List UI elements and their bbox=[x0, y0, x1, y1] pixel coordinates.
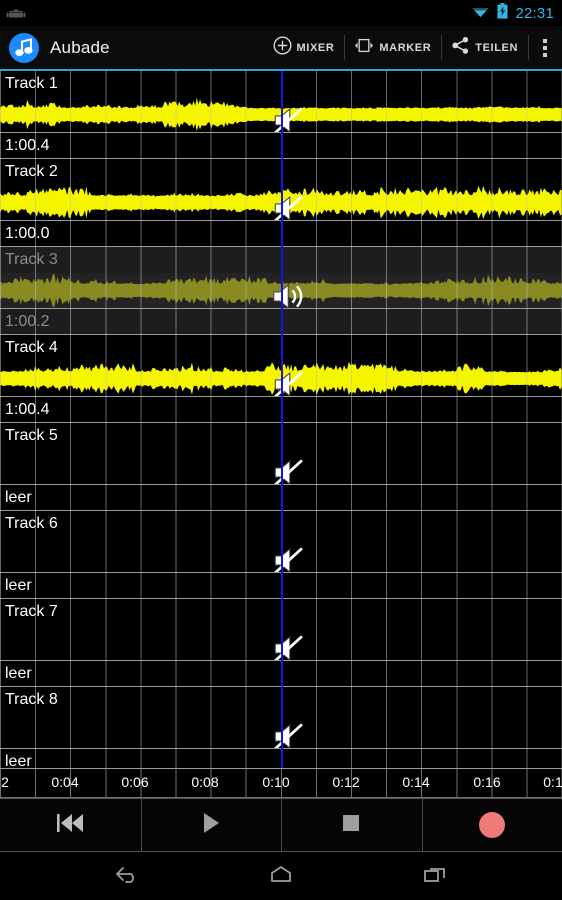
plus-circle-icon bbox=[273, 35, 292, 60]
status-bar: 22:31 bbox=[0, 0, 562, 26]
share-button[interactable]: TEILEN bbox=[441, 26, 528, 69]
speaker-muted-icon[interactable] bbox=[8, 631, 562, 660]
marker-button-label: MARKER bbox=[379, 41, 432, 54]
page-title: Aubade bbox=[50, 37, 110, 57]
speaker-muted-icon[interactable] bbox=[8, 191, 562, 220]
nav-recents-button[interactable] bbox=[415, 856, 455, 896]
play-icon bbox=[200, 810, 222, 841]
ruler-tick-label: 0:10 bbox=[262, 774, 290, 790]
share-button-label: TEILEN bbox=[475, 41, 518, 54]
rewind-button[interactable] bbox=[0, 799, 141, 851]
ruler-tick-label: 0:08 bbox=[191, 774, 219, 790]
share-icon bbox=[451, 36, 470, 60]
ruler-tick-label: 0:16 bbox=[473, 774, 501, 790]
overflow-dot bbox=[543, 52, 547, 57]
skip-previous-icon bbox=[53, 810, 87, 841]
android-robot-icon bbox=[6, 7, 26, 20]
ruler-tick-label: 0:1 bbox=[543, 774, 562, 790]
record-icon bbox=[478, 812, 505, 838]
system-nav-bar bbox=[0, 852, 562, 900]
speaker-muted-icon[interactable] bbox=[8, 367, 562, 396]
back-icon bbox=[113, 863, 141, 890]
speaker-muted-icon[interactable] bbox=[8, 719, 562, 748]
speaker-muted-icon[interactable] bbox=[8, 103, 562, 132]
status-bar-system: 22:31 bbox=[471, 2, 554, 24]
ruler-tick-label: 0:14 bbox=[402, 774, 430, 790]
mixer-button-label: MIXER bbox=[296, 41, 335, 54]
recents-icon bbox=[421, 863, 449, 890]
ruler-tick-label: 0:12 bbox=[332, 774, 360, 790]
nav-back-button[interactable] bbox=[107, 856, 147, 896]
overflow-menu-icon[interactable] bbox=[528, 26, 562, 69]
ruler-tick-label: 0:06 bbox=[121, 774, 149, 790]
status-bar-notifications bbox=[6, 7, 471, 20]
mixer-button[interactable]: MIXER bbox=[263, 26, 345, 69]
speaker-muted-icon[interactable] bbox=[8, 455, 562, 484]
wifi-icon bbox=[471, 4, 490, 23]
action-bar-actions: MIXER MARKER TEILEN bbox=[263, 26, 562, 69]
play-button[interactable] bbox=[140, 799, 282, 851]
stop-icon bbox=[339, 811, 363, 840]
app-root: 22:31 Aubade MIXER MARKER TEILEN Track 1… bbox=[0, 0, 562, 900]
speaker-muted-icon[interactable] bbox=[8, 543, 562, 572]
transport-bar bbox=[0, 798, 562, 852]
marker-bracket-icon bbox=[354, 36, 374, 60]
overflow-dot bbox=[543, 45, 547, 50]
action-bar: Aubade MIXER MARKER TEILEN bbox=[0, 26, 562, 71]
record-button[interactable] bbox=[421, 799, 562, 851]
nav-home-button[interactable] bbox=[261, 856, 301, 896]
stop-button[interactable] bbox=[281, 799, 422, 851]
time-ruler[interactable]: 2 0:04 0:06 0:08 0:10 0:12 0:14 0:16 0:1 bbox=[0, 768, 562, 798]
track-list[interactable]: Track 1 1:00.4 Track 2 1:00.0 Track 3 1:00.2 T… bbox=[0, 71, 562, 768]
music-note-logo bbox=[9, 32, 39, 63]
playhead[interactable] bbox=[281, 71, 283, 768]
ruler-tick-label: 0:04 bbox=[51, 774, 79, 790]
speaker-on-icon[interactable] bbox=[8, 279, 562, 308]
home-icon bbox=[267, 863, 295, 890]
status-bar-clock: 22:31 bbox=[515, 4, 554, 22]
battery-charging-icon bbox=[497, 2, 508, 24]
ruler-tick-label: 2 bbox=[1, 774, 9, 790]
marker-button[interactable]: MARKER bbox=[344, 26, 441, 69]
overflow-dot bbox=[543, 38, 547, 43]
